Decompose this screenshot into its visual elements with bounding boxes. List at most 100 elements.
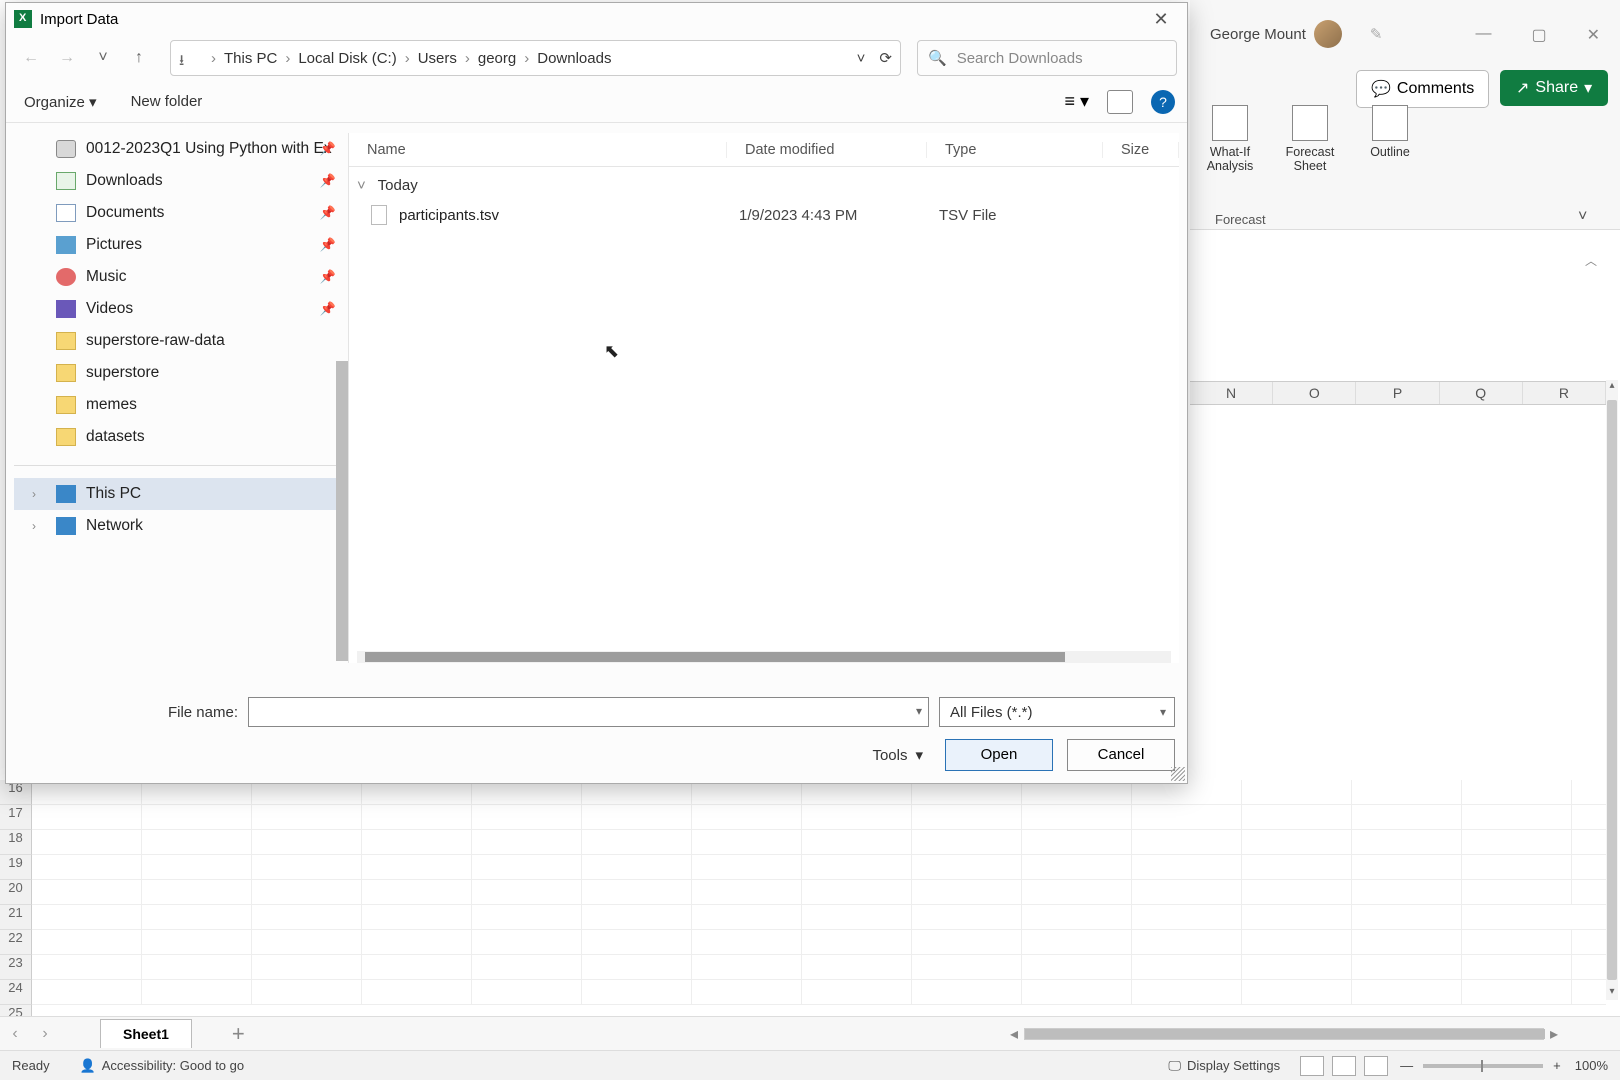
- sidebar-item[interactable]: Downloads📌: [14, 165, 348, 197]
- breadcrumb-item[interactable]: Users: [418, 50, 457, 67]
- outline-button[interactable]: Outline: [1355, 105, 1425, 173]
- sidebar-item[interactable]: memes: [14, 389, 348, 421]
- sidebar-item[interactable]: superstore: [14, 357, 348, 389]
- sidebar-item[interactable]: Videos📌: [14, 293, 348, 325]
- page-break-button[interactable]: [1364, 1056, 1388, 1076]
- scrollbar-thumb[interactable]: [1025, 1029, 1545, 1039]
- scrollbar-thumb[interactable]: [365, 652, 1065, 662]
- nav-back-button[interactable]: ←: [16, 43, 46, 73]
- col-header[interactable]: N: [1190, 382, 1273, 404]
- view-list-icon[interactable]: ≡ ▾: [1064, 91, 1089, 112]
- forecast-sheet-button[interactable]: Forecast Sheet: [1275, 105, 1345, 173]
- formula-bar-collapse-icon[interactable]: ︿: [1585, 252, 1597, 269]
- sidebar-item[interactable]: ›This PC: [14, 478, 348, 510]
- file-name-input[interactable]: ▾: [248, 697, 929, 727]
- close-icon[interactable]: ✕: [1587, 25, 1600, 45]
- zoom-out-button[interactable]: —: [1400, 1058, 1413, 1073]
- cells[interactable]: [32, 780, 1606, 1005]
- dialog-close-button[interactable]: ✕: [1143, 9, 1179, 30]
- sheet-prev-icon[interactable]: ‹: [0, 1025, 30, 1043]
- sheet-next-icon[interactable]: ›: [30, 1025, 60, 1043]
- row-header[interactable]: 22: [0, 930, 32, 955]
- horizontal-scrollbar[interactable]: ◂ ▸: [1010, 1027, 1600, 1041]
- row-header[interactable]: 17: [0, 805, 32, 830]
- maximize-icon[interactable]: ▢: [1531, 25, 1546, 45]
- minimize-icon[interactable]: —: [1475, 25, 1491, 45]
- breadcrumb-item[interactable]: Local Disk (C:): [298, 50, 396, 67]
- tools-dropdown[interactable]: Tools ▾: [872, 746, 923, 764]
- comments-button[interactable]: 💬 Comments: [1356, 70, 1489, 108]
- scroll-down-icon[interactable]: ▾: [1606, 986, 1618, 1000]
- col-header[interactable]: P: [1356, 382, 1439, 404]
- pin-icon[interactable]: 📌: [320, 301, 336, 317]
- sidebar-scrollbar[interactable]: [336, 361, 348, 661]
- expand-icon[interactable]: ›: [32, 487, 36, 501]
- pin-icon[interactable]: 📌: [320, 173, 336, 189]
- open-button[interactable]: Open: [945, 739, 1053, 771]
- row-header[interactable]: 19: [0, 855, 32, 880]
- page-layout-button[interactable]: [1332, 1056, 1356, 1076]
- file-type-filter[interactable]: All Files (*.*) ▾: [939, 697, 1175, 727]
- pen-icon[interactable]: ✎: [1370, 25, 1383, 43]
- zoom-in-button[interactable]: +: [1553, 1058, 1561, 1073]
- cancel-button[interactable]: Cancel: [1067, 739, 1175, 771]
- dialog-titlebar[interactable]: Import Data ✕: [6, 3, 1187, 35]
- preview-pane-button[interactable]: [1107, 90, 1133, 114]
- file-row[interactable]: participants.tsv1/9/2023 4:43 PMTSV File: [349, 200, 1179, 230]
- breadcrumb-item[interactable]: Downloads: [537, 50, 611, 67]
- header-size[interactable]: Size: [1103, 142, 1179, 158]
- header-name[interactable]: Name: [349, 142, 727, 158]
- group-today[interactable]: ˅ Today: [349, 167, 1179, 200]
- breadcrumb-dropdown-icon[interactable]: ˅: [857, 50, 866, 67]
- help-button[interactable]: ?: [1151, 90, 1175, 114]
- pin-icon[interactable]: 📌: [320, 141, 336, 157]
- col-header[interactable]: R: [1523, 382, 1606, 404]
- breadcrumb-item[interactable]: This PC: [224, 50, 277, 67]
- avatar[interactable]: [1314, 20, 1342, 48]
- new-folder-button[interactable]: New folder: [131, 93, 203, 110]
- chevron-down-icon[interactable]: ▾: [916, 704, 922, 718]
- scroll-right-icon[interactable]: ▸: [1550, 1024, 1558, 1044]
- search-input[interactable]: 🔍 Search Downloads: [917, 40, 1177, 76]
- breadcrumb[interactable]: ⭳ › This PC› Local Disk (C:)› Users› geo…: [170, 40, 901, 76]
- add-sheet-button[interactable]: +: [232, 1021, 245, 1047]
- scroll-up-icon[interactable]: ▴: [1606, 380, 1618, 394]
- zoom-level[interactable]: 100%: [1575, 1058, 1608, 1073]
- sidebar-item[interactable]: datasets: [14, 421, 348, 453]
- nav-recent-dropdown[interactable]: ˅: [88, 43, 118, 73]
- pin-icon[interactable]: 📌: [320, 205, 336, 221]
- scrollbar-thumb[interactable]: [1607, 400, 1617, 980]
- ribbon-collapse-icon[interactable]: ˅: [1578, 208, 1587, 226]
- sidebar-item[interactable]: Pictures📌: [14, 229, 348, 261]
- sidebar-item[interactable]: Music📌: [14, 261, 348, 293]
- sidebar-item[interactable]: superstore-raw-data: [14, 325, 348, 357]
- organize-button[interactable]: Organize ▾: [18, 89, 103, 115]
- sidebar-item[interactable]: ›Network: [14, 510, 348, 542]
- row-header[interactable]: 21: [0, 905, 32, 930]
- pin-icon[interactable]: 📌: [320, 269, 336, 285]
- col-header[interactable]: Q: [1440, 382, 1523, 404]
- sidebar-item[interactable]: Documents📌: [14, 197, 348, 229]
- nav-up-button[interactable]: ↑: [124, 43, 154, 73]
- file-list-scrollbar[interactable]: [357, 651, 1171, 663]
- sidebar-item[interactable]: 0012-2023Q1 Using Python with Ex📌: [14, 133, 348, 165]
- col-header[interactable]: O: [1273, 382, 1356, 404]
- zoom-slider[interactable]: [1423, 1064, 1543, 1068]
- breadcrumb-item[interactable]: georg: [478, 50, 516, 67]
- row-header[interactable]: 24: [0, 980, 32, 1005]
- resize-grip[interactable]: [1171, 767, 1185, 781]
- sheet-tab[interactable]: Sheet1: [100, 1019, 192, 1048]
- whatif-analysis-button[interactable]: What-If Analysis: [1195, 105, 1265, 173]
- accessibility-status[interactable]: 👤 Accessibility: Good to go: [80, 1058, 245, 1074]
- nav-forward-button[interactable]: →: [52, 43, 82, 73]
- header-type[interactable]: Type: [927, 142, 1103, 158]
- row-header[interactable]: 23: [0, 955, 32, 980]
- row-header[interactable]: 20: [0, 880, 32, 905]
- header-date[interactable]: Date modified: [727, 142, 927, 158]
- pin-icon[interactable]: 📌: [320, 237, 336, 253]
- share-button[interactable]: ↗ Share ▾: [1500, 70, 1608, 106]
- scroll-left-icon[interactable]: ◂: [1010, 1024, 1018, 1044]
- user-account[interactable]: George Mount ✎: [1210, 20, 1382, 48]
- refresh-button[interactable]: ⟳: [879, 49, 892, 67]
- row-header[interactable]: 18: [0, 830, 32, 855]
